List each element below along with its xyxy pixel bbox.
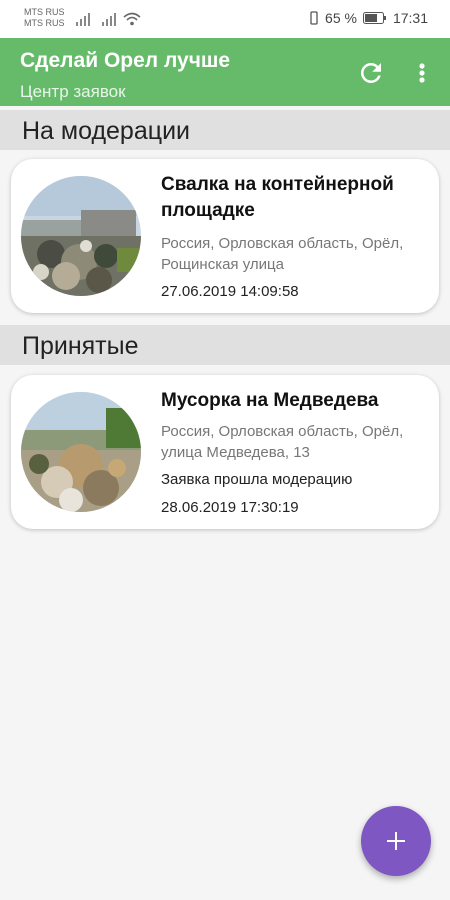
request-title: Свалка на контейнерной площадке [161,174,394,221]
request-photo [21,176,141,296]
request-card[interactable]: Свалка на контейнерной площадке Россия, … [11,159,439,313]
vibrate-icon [310,11,318,25]
section-header-accepted: Принятые [0,325,450,365]
request-status: Заявка прошла модерацию [161,471,353,488]
carrier-2: MTS RUS [24,18,65,28]
request-address: Россия, Орловская область, Орёл, улица М… [161,423,404,461]
add-request-button[interactable] [361,806,431,876]
request-date: 28.06.2019 17:30:19 [161,499,299,516]
app-subtitle: Центр заявок [20,82,126,101]
clock: 17:31 [392,10,428,26]
request-address: Россия, Орловская область, Орёл, Рощинск… [161,235,404,273]
carrier-1: MTS RUS [24,7,65,17]
battery-percent: 65 % [325,10,357,26]
status-bar: MTS RUS MTS RUS 65 % 17:31 [0,0,450,38]
more-vert-icon[interactable] [412,58,432,88]
battery-icon [362,12,386,24]
request-date: 27.06.2019 14:09:58 [161,283,299,300]
request-card[interactable]: Мусорка на Медведева Россия, Орловская о… [11,375,439,529]
request-photo [21,392,141,512]
app-bar: Сделай Орел лучше Центр заявок [0,38,450,106]
add-icon [387,832,405,850]
section-header-moderation: На модерации [0,110,450,150]
signal-wifi-icon [76,12,141,26]
refresh-icon[interactable] [356,58,386,88]
carrier-labels: MTS RUS MTS RUS [24,7,65,29]
request-title: Мусорка на Медведева [161,390,379,411]
app-title: Сделай Орел лучше [20,49,231,72]
status-right: 65 % 17:31 [309,10,428,26]
